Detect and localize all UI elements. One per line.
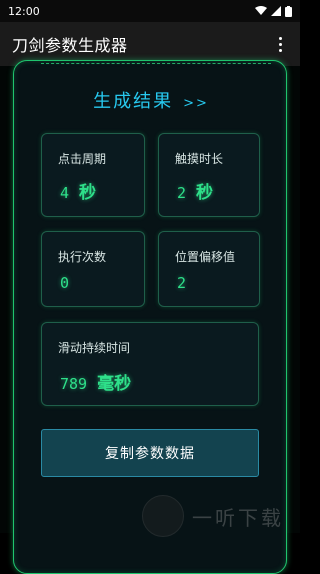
section-title-text: 生成结果 [93, 91, 174, 112]
signal-icon [271, 6, 281, 16]
status-icons [255, 5, 292, 17]
slide-duration-value: 789 毫秒 [60, 374, 132, 394]
card-position-offset: 位置偏移值 2 [158, 231, 260, 307]
copy-params-button[interactable]: 复制参数数据 [41, 429, 259, 477]
watermark-text: 一听下载 [192, 505, 284, 530]
status-time: 12:00 [8, 4, 40, 18]
position-offset-value: 2 [177, 274, 187, 292]
card-click-period: 点击周期 4秒 [41, 133, 145, 217]
main-content: 生成结果 >> 点击周期 4秒 触摸时长 2秒 执行次数 0 位置偏移值 2 滑动… [0, 60, 300, 574]
section-arrow: >> [183, 96, 209, 111]
touch-duration-label: 触摸时长 [175, 152, 224, 166]
click-period-value: 4秒 [60, 183, 97, 203]
wifi-icon [255, 6, 267, 15]
watermark: 一听下载 [142, 494, 298, 538]
execution-count-value: 0 [60, 274, 70, 292]
position-offset-label: 位置偏移值 [175, 250, 236, 264]
section-title: 生成结果 >> [14, 87, 288, 113]
dotted-divider [41, 63, 271, 64]
app-title: 刀剑参数生成器 [12, 36, 128, 55]
touch-duration-value: 2秒 [177, 183, 214, 203]
card-slide-duration: 滑动持续时间 789 毫秒 [41, 322, 259, 406]
battery-icon [285, 5, 292, 17]
click-period-label: 点击周期 [58, 152, 107, 166]
watermark-logo-icon [142, 495, 184, 537]
card-execution-count: 执行次数 0 [41, 231, 145, 307]
card-touch-duration: 触摸时长 2秒 [158, 133, 260, 217]
slide-duration-label: 滑动持续时间 [58, 341, 131, 355]
status-bar: 12:00 [0, 0, 300, 22]
more-options-icon[interactable] [272, 34, 288, 54]
execution-count-label: 执行次数 [58, 250, 107, 264]
